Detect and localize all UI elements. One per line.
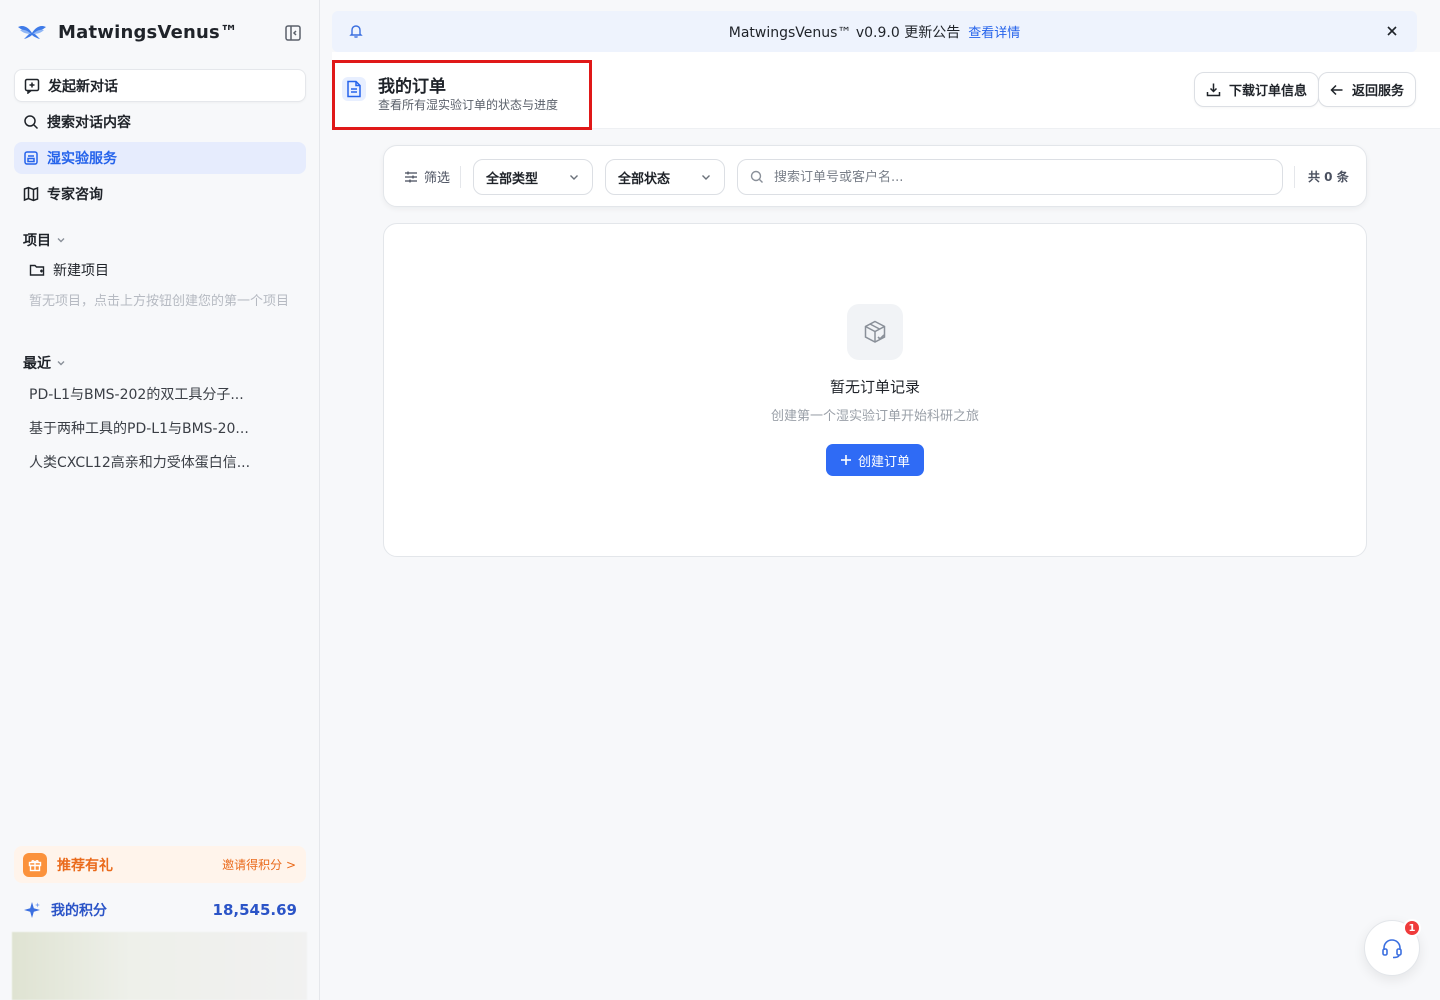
recent-chat-item[interactable]: 人类CXCL12高亲和力受体蛋白信... — [29, 452, 299, 486]
type-select[interactable]: 全部类型 — [473, 159, 593, 195]
announcement-close-button[interactable] — [1383, 22, 1401, 40]
customer-support-button[interactable]: 1 — [1364, 919, 1421, 976]
brand[interactable]: MatwingsVenus™ — [16, 18, 238, 46]
package-icon — [847, 304, 903, 360]
plus-icon — [840, 455, 851, 465]
projects-empty-text: 暂无项目，点击上方按钮创建您的第一个项目 — [29, 294, 290, 309]
invite-points-link[interactable]: 邀请得积分 > — [222, 856, 296, 873]
points-label: 我的积分 — [51, 903, 107, 919]
order-search-box[interactable] — [737, 159, 1283, 195]
page-title: 我的订单 — [378, 77, 446, 97]
sidebar: MatwingsVenus™ 发起新对话 搜索对话内容 湿实验服务 专家咨询 项… — [0, 0, 320, 1000]
page-subtitle: 查看所有湿实验订单的状态与进度 — [378, 98, 559, 112]
announcement-bar: MatwingsVenus™ v0.9.0 更新公告 查看详情 — [332, 11, 1417, 52]
new-folder-icon — [29, 264, 45, 276]
create-order-label: 创建订单 — [857, 454, 910, 470]
recent-chat-item[interactable]: PD-L1与BMS-202的双工具分子... — [29, 384, 299, 418]
nav-expert-consult[interactable]: 专家咨询 — [14, 178, 306, 210]
status-select[interactable]: 全部状态 — [605, 159, 725, 195]
nav-search-chats[interactable]: 搜索对话内容 — [14, 106, 306, 138]
user-profile-card[interactable] — [12, 932, 307, 1000]
new-project-label: 新建项目 — [53, 263, 109, 279]
main-nav: 发起新对话 搜索对话内容 湿实验服务 专家咨询 — [14, 69, 306, 214]
gift-icon — [23, 852, 47, 877]
filter-label-text: 筛选 — [424, 171, 451, 186]
lab-service-icon — [24, 151, 38, 165]
announcement-text: MatwingsVenus™ v0.9.0 更新公告 — [728, 24, 961, 41]
bell-icon — [349, 25, 363, 38]
arrow-left-icon — [1330, 84, 1343, 95]
orders-empty-state: 暂无订单记录 创建第一个湿实验订单开始科研之旅 创建订单 — [383, 223, 1367, 557]
order-count: 共 0 条 — [1308, 170, 1349, 184]
nav-new-chat[interactable]: 发起新对话 — [14, 69, 306, 102]
download-orders-button[interactable]: 下载订单信息 — [1194, 72, 1320, 107]
nav-label: 发起新对话 — [48, 78, 118, 95]
new-project-button[interactable]: 新建项目 — [29, 260, 109, 280]
recent-list: PD-L1与BMS-202的双工具分子... 基于两种工具的PD-L1与BMS-… — [29, 384, 299, 486]
document-icon — [342, 77, 366, 101]
empty-subtitle: 创建第一个湿实验订单开始科研之旅 — [770, 409, 979, 424]
chevron-down-icon — [57, 361, 65, 366]
headset-icon — [1382, 939, 1402, 959]
chevron-down-icon — [702, 175, 710, 180]
sidebar-collapse-icon — [285, 25, 301, 41]
projects-heading: 项目 — [23, 233, 51, 249]
download-orders-label: 下载订单信息 — [1229, 84, 1308, 99]
highlight-box — [332, 60, 592, 130]
my-points[interactable]: 我的积分 18,545.69 — [14, 894, 306, 926]
recent-heading: 最近 — [23, 356, 51, 372]
collapse-sidebar-button[interactable] — [282, 22, 304, 44]
sliders-icon — [405, 171, 417, 182]
empty-title: 暂无订单记录 — [829, 378, 920, 396]
map-icon — [23, 186, 39, 202]
nav-wet-lab-service[interactable]: 湿实验服务 — [14, 142, 306, 174]
nav-label: 搜索对话内容 — [47, 115, 131, 131]
referral-title: 推荐有礼 — [57, 857, 113, 874]
search-icon — [750, 170, 763, 183]
notification-badge: 1 — [1403, 919, 1421, 937]
create-order-button[interactable]: 创建订单 — [826, 444, 924, 476]
recent-chat-item[interactable]: 基于两种工具的PD-L1与BMS-20... — [29, 418, 299, 452]
type-select-value: 全部类型 — [486, 171, 539, 187]
main-content: MatwingsVenus™ v0.9.0 更新公告 查看详情 我的订单 查看所… — [320, 0, 1440, 1000]
back-to-service-button[interactable]: 返回服务 — [1318, 72, 1417, 107]
projects-section-toggle[interactable]: 项目 — [23, 230, 67, 250]
filter-label[interactable]: 筛选 — [404, 167, 450, 186]
divider — [1294, 166, 1295, 188]
referral-banner[interactable]: 推荐有礼 邀请得积分 > — [14, 846, 306, 883]
recent-section-toggle[interactable]: 最近 — [23, 353, 67, 373]
download-icon — [1206, 83, 1221, 97]
page-header: 我的订单 查看所有湿实验订单的状态与进度 下载订单信息 返回服务 — [332, 52, 1440, 130]
nav-label: 湿实验服务 — [47, 151, 117, 167]
brand-name: MatwingsVenus™ — [58, 21, 239, 43]
close-icon — [1387, 26, 1397, 36]
new-chat-icon — [24, 78, 40, 94]
chevron-down-icon — [570, 175, 578, 180]
search-icon — [24, 115, 39, 130]
brand-logo-icon — [18, 25, 46, 39]
nav-label: 专家咨询 — [47, 187, 103, 203]
chevron-down-icon — [57, 238, 65, 243]
back-to-service-label: 返回服务 — [1352, 84, 1405, 99]
divider — [460, 166, 461, 188]
points-value: 18,545.69 — [212, 901, 297, 919]
sparkle-icon — [24, 902, 40, 918]
status-select-value: 全部状态 — [618, 171, 671, 187]
announcement-details-link[interactable]: 查看详情 — [968, 22, 1020, 41]
order-search-input[interactable] — [774, 169, 1270, 185]
filter-bar: 筛选 全部类型 全部状态 共 0 条 — [383, 145, 1367, 207]
